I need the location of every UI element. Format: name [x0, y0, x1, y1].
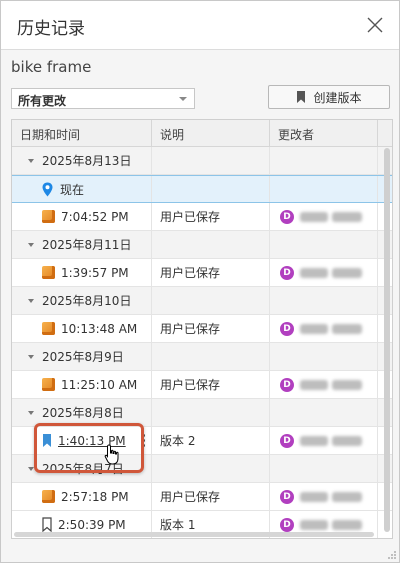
cube-icon: [42, 490, 55, 503]
redacted-username: [300, 435, 328, 446]
redacted-username: [300, 211, 328, 222]
close-icon[interactable]: [365, 15, 385, 35]
entry-time: 1:39:57 PM: [61, 265, 129, 280]
table-header: 日期和时间 说明 更改者: [12, 120, 392, 147]
date-group-row[interactable]: 2025年8月11日: [12, 231, 392, 259]
date-group-row[interactable]: 2025年8月9日: [12, 343, 392, 371]
entry-description: 用户已保存: [160, 378, 221, 392]
redacted-username: [332, 435, 362, 446]
vertical-scrollbar[interactable]: [384, 148, 390, 532]
column-header-changed-by[interactable]: 更改者: [270, 120, 378, 146]
redacted-username: [332, 211, 362, 222]
cube-icon: [42, 378, 55, 391]
entry-description: 用户已保存: [160, 266, 221, 280]
avatar[interactable]: D: [280, 433, 294, 448]
entry-time: 11:25:10 AM: [61, 377, 138, 392]
save-row[interactable]: 10:13:48 AM 用户已保存 D: [12, 315, 392, 343]
column-header-datetime[interactable]: 日期和时间: [12, 120, 152, 146]
entry-time: 2:50:39 PM: [58, 517, 126, 532]
entry-description: 用户已保存: [160, 322, 221, 336]
cube-icon: [42, 322, 55, 335]
titlebar: 历史记录: [1, 1, 399, 50]
save-row[interactable]: 7:04:52 PM 用户已保存 D: [12, 203, 392, 231]
collapse-triangle-icon[interactable]: [28, 410, 34, 415]
date-group-label: 2025年8月8日: [42, 406, 124, 420]
redacted-username: [332, 267, 362, 278]
history-table: 日期和时间 说明 更改者 2025年8月13日 现在 7:04:52 PM 用户…: [11, 119, 393, 539]
save-row[interactable]: 11:25:10 AM 用户已保存 D: [12, 371, 392, 399]
date-group-label: 2025年8月9日: [42, 350, 124, 364]
bookmark-icon: [297, 91, 306, 103]
redacted-username: [332, 519, 362, 530]
filter-selected-value: 所有更改: [18, 94, 67, 108]
redacted-username: [332, 491, 362, 502]
collapse-triangle-icon[interactable]: [28, 242, 34, 247]
chevron-down-icon: [179, 97, 187, 101]
cube-icon: [42, 210, 55, 223]
date-group-label: 2025年8月13日: [42, 154, 132, 168]
bookmark-outline-icon: [42, 517, 52, 532]
avatar[interactable]: D: [280, 321, 294, 336]
create-version-label: 创建版本: [313, 90, 362, 105]
highlight-annotation: [34, 423, 144, 473]
entry-time: 10:13:48 AM: [61, 321, 138, 336]
horizontal-scrollbar[interactable]: [14, 532, 374, 537]
save-row[interactable]: 1:39:57 PM 用户已保存 D: [12, 259, 392, 287]
redacted-username: [300, 267, 328, 278]
date-group-row[interactable]: 2025年8月13日: [12, 147, 392, 175]
save-row[interactable]: 2:57:18 PM 用户已保存 D: [12, 483, 392, 511]
history-panel: 历史记录 bike frame 所有更改 创建版本 日期和时间 说明 更改者 2…: [0, 0, 400, 563]
redacted-username: [332, 379, 362, 390]
date-group-row[interactable]: 2025年8月10日: [12, 287, 392, 315]
location-pin-icon: [42, 182, 53, 196]
column-header-description[interactable]: 说明: [152, 120, 270, 146]
avatar[interactable]: D: [280, 209, 294, 224]
redacted-username: [332, 323, 362, 334]
redacted-username: [300, 519, 328, 530]
current-version-row[interactable]: 现在: [12, 175, 392, 203]
redacted-username: [300, 323, 328, 334]
collapse-triangle-icon[interactable]: [28, 298, 34, 303]
avatar[interactable]: D: [280, 377, 294, 392]
avatar[interactable]: D: [280, 517, 294, 532]
entry-description: 用户已保存: [160, 210, 221, 224]
redacted-username: [300, 491, 328, 502]
collapse-triangle-icon[interactable]: [28, 158, 34, 163]
avatar[interactable]: D: [280, 265, 294, 280]
create-version-button[interactable]: 创建版本: [268, 85, 390, 109]
current-label: 现在: [60, 182, 85, 197]
avatar[interactable]: D: [280, 489, 294, 504]
date-group-label: 2025年8月11日: [42, 238, 132, 252]
cube-icon: [42, 266, 55, 279]
entry-time: 7:04:52 PM: [61, 209, 129, 224]
entry-description: 版本 2: [160, 434, 196, 448]
entry-description: 版本 1: [160, 518, 196, 532]
collapse-triangle-icon[interactable]: [28, 354, 34, 359]
date-group-label: 2025年8月10日: [42, 294, 132, 308]
change-filter-dropdown[interactable]: 所有更改: [11, 88, 195, 109]
panel-title: 历史记录: [17, 19, 85, 39]
entry-time: 2:57:18 PM: [61, 489, 129, 504]
document-name: bike frame: [11, 58, 92, 76]
table-body: 2025年8月13日 现在 7:04:52 PM 用户已保存 D 2025年8月…: [12, 147, 392, 538]
hand-cursor-icon: [104, 444, 119, 465]
redacted-username: [300, 379, 328, 390]
resize-grip-icon[interactable]: [388, 551, 396, 559]
entry-description: 用户已保存: [160, 490, 221, 504]
